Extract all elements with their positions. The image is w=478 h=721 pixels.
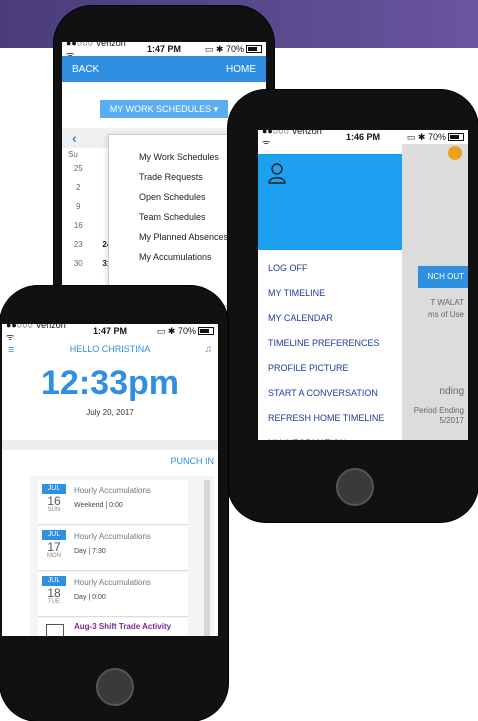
card-subtitle: Day | 0:00 xyxy=(74,594,106,601)
clock: 12:33pm xyxy=(41,364,179,402)
calendar-day[interactable]: 23 xyxy=(64,240,93,249)
status-right: ▭ ✱ 70% xyxy=(145,326,214,337)
drawer-menu-item[interactable]: MY CALENDAR xyxy=(258,306,402,331)
status-bar: ●●○○○ Verizon ᯤ 1:47 PM ▭ ✱ 70% xyxy=(2,324,218,342)
my-work-schedules-dropdown[interactable]: MY WORK SCHEDULES ▾ xyxy=(100,100,228,118)
home-hardware-button xyxy=(96,668,134,706)
battery-icon xyxy=(245,45,262,54)
calendar-day[interactable]: 2 xyxy=(64,183,93,192)
clock-date: July 20, 2017 xyxy=(86,408,134,417)
schedule-menu-item[interactable]: My Work Schedules xyxy=(109,147,233,167)
card-weekday: MON xyxy=(47,553,61,559)
trade-activity-card[interactable]: Aug-3 Shift Trade Activity8 / 17 8½↕ | P… xyxy=(38,618,188,636)
bell-icon[interactable]: ♫ xyxy=(205,344,213,355)
schedule-menu-item[interactable]: Trade Requests xyxy=(109,167,233,187)
home-button[interactable]: HOME xyxy=(226,64,256,75)
calendar-day[interactable]: 9 xyxy=(64,202,93,211)
card-subtitle: Day | 7:30 xyxy=(74,548,106,555)
schedule-menu-item[interactable]: My Accumulations xyxy=(109,247,233,267)
timeline-card[interactable]: JUL 16 SUN Hourly Accumulations Weekend | 0:… xyxy=(38,480,188,525)
nav-bar: BACK HOME xyxy=(62,56,266,82)
notification-bell-icon[interactable] xyxy=(448,146,462,160)
phone-timeline: ●●○○○ Verizon ᯤ 1:47 PM ▭ ✱ 70% ≡ HELLO … xyxy=(0,286,228,721)
card-title: Hourly Accumulations xyxy=(74,578,151,587)
date-box: JUL 16 SUN xyxy=(42,484,66,520)
calendar-day[interactable]: 30 xyxy=(64,259,93,268)
drawer-menu-item[interactable]: MY TIMELINE xyxy=(258,281,402,306)
card-day: 17 xyxy=(47,540,61,554)
date-box: JUL 17 MON xyxy=(42,530,66,566)
status-bar: ●●○○○ Verizon ᯤ 1:47 PM ▭ ✱ 70% xyxy=(62,42,266,60)
punch-in-button[interactable]: PUNCH IN xyxy=(170,456,214,466)
calendar-day[interactable]: 25 xyxy=(64,164,93,173)
trade-title: Aug-3 Shift Trade Activity xyxy=(74,622,172,631)
card-weekday: SUN xyxy=(47,507,61,513)
status-right: ▭ ✱ 70% xyxy=(397,132,464,143)
status-time: 1:47 PM xyxy=(146,44,181,54)
status-time: 1:47 PM xyxy=(92,326,127,336)
card-day: 16 xyxy=(47,494,61,508)
card-title: Hourly Accumulations xyxy=(74,532,151,541)
card-month: JUL xyxy=(42,484,66,494)
schedule-menu-item[interactable]: My Planned Absences xyxy=(109,227,233,247)
battery-text: ▭ ✱ 70% xyxy=(406,131,446,142)
drawer-menu-item[interactable]: PROFILE PICTURE xyxy=(258,356,402,381)
card-subtitle: Weekend | 0:00 xyxy=(74,502,123,509)
card-day: 18 xyxy=(47,586,61,600)
date-box: JUL 18 TUE xyxy=(42,576,66,612)
drawer-menu-item[interactable]: MY INFORMATION xyxy=(258,431,402,440)
period-date-text: 5/2017 xyxy=(439,416,464,425)
drawer-menu-item[interactable]: TIMELINE PREFERENCES xyxy=(258,331,402,356)
document-icon xyxy=(46,624,64,636)
screen-menu: ●●○○○ Verizon ᯤ 1:46 PM ▭ ✱ 70% NCH OUT … xyxy=(258,130,468,440)
schedule-menu-item[interactable]: Open Schedules xyxy=(109,187,233,207)
scrollbar[interactable] xyxy=(204,480,210,636)
terms-text: ms of Use xyxy=(427,310,464,319)
card-weekday: TUE xyxy=(48,599,60,605)
user-icon[interactable] xyxy=(268,162,286,184)
home-hardware-button xyxy=(336,468,374,506)
ending-text: nding xyxy=(439,386,464,397)
punch-out-text: NCH OUT xyxy=(427,272,464,281)
battery-icon xyxy=(197,327,214,336)
drawer-menu: LOG OFF MY TIMELINE MY CALENDAR TIMELINE PR… xyxy=(258,256,402,440)
card-month: JUL xyxy=(42,530,66,540)
profile-header xyxy=(258,154,402,250)
battery-text: ▭ ✱ 70% xyxy=(156,325,196,336)
calendar-day[interactable]: 16 xyxy=(64,221,93,230)
battery-text: ▭ ✱ 70% xyxy=(204,43,244,54)
divider xyxy=(2,440,218,450)
card-title: Hourly Accumulations xyxy=(74,486,151,495)
side-drawer: LOG OFF MY TIMELINE MY CALENDAR TIMELINE PR… xyxy=(258,144,402,440)
schedule-menu-item[interactable]: Team Schedules xyxy=(109,207,233,227)
page-title: HELLO CHRISTINA xyxy=(69,344,151,354)
screen-timeline: ●●○○○ Verizon ᯤ 1:47 PM ▭ ✱ 70% ≡ HELLO … xyxy=(2,324,218,636)
status-bar: ●●○○○ Verizon ᯤ 1:46 PM ▭ ✱ 70% xyxy=(258,130,468,148)
schedule-menu: My Work Schedules Trade Requests Open Sche… xyxy=(108,134,234,306)
weekday-sunday: Su xyxy=(68,150,78,159)
timeline-card[interactable]: JUL 17 MON Hourly Accumulations Day | 7:30 xyxy=(38,526,188,571)
status-time: 1:46 PM xyxy=(345,132,380,142)
card-month: JUL xyxy=(42,576,66,586)
period-ending-text: Period Ending xyxy=(413,406,464,415)
prev-month-icon[interactable]: ‹ xyxy=(72,130,77,146)
timeline-card[interactable]: JUL 18 TUE Hourly Accumulations Day | 0:00 xyxy=(38,572,188,617)
drawer-menu-item[interactable]: START A CONVERSATION xyxy=(258,381,402,406)
battery-icon xyxy=(447,133,464,142)
drawer-menu-item[interactable]: REFRESH HOME TIMELINE xyxy=(258,406,402,431)
back-button[interactable]: BACK xyxy=(72,64,99,75)
drawer-menu-item[interactable]: LOG OFF xyxy=(258,256,402,281)
phone-menu: ●●○○○ Verizon ᯤ 1:46 PM ▭ ✱ 70% NCH OUT … xyxy=(228,90,478,522)
timeline-list: JUL 16 SUN Hourly Accumulations Weekend | 0:… xyxy=(30,476,214,636)
walat-text: T WALAT xyxy=(430,298,464,307)
status-right: ▭ ✱ 70% xyxy=(197,44,262,55)
